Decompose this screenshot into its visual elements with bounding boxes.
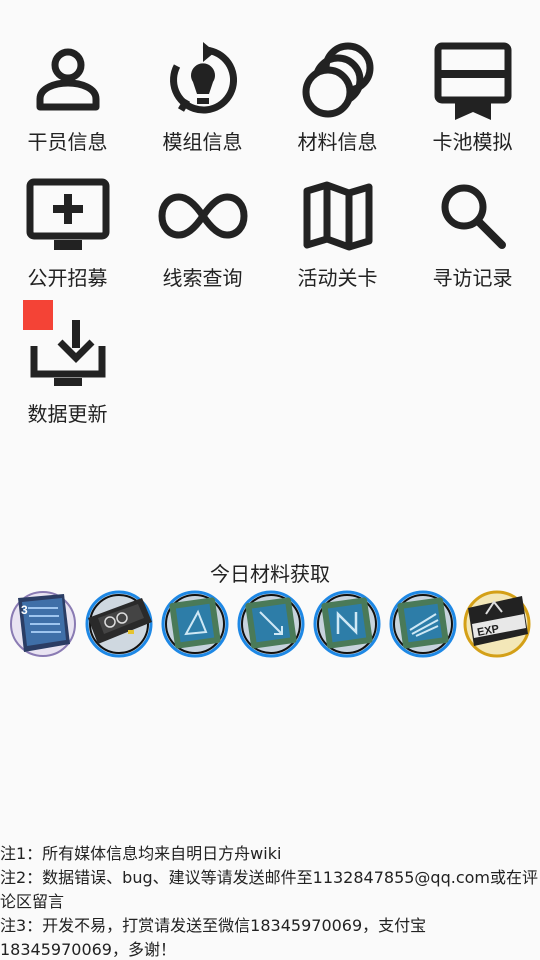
exp-card-icon[interactable]: EXP — [462, 588, 532, 658]
menu-item-gacha-sim[interactable]: 卡池模拟 — [405, 30, 540, 165]
svg-text:3: 3 — [21, 603, 28, 617]
bulb-refresh-icon — [153, 30, 253, 130]
infinity-icon — [153, 166, 253, 266]
menu-item-recruit[interactable]: 公开招募 — [0, 166, 135, 301]
menu-item-gacha-history[interactable]: 寻访记录 — [405, 166, 540, 301]
menu-label: 活动关卡 — [297, 266, 378, 290]
menu-label: 模组信息 — [162, 130, 243, 154]
chip-arrow-icon[interactable] — [236, 588, 306, 658]
note-2: 注2：数据错误、bug、建议等请发送邮件至1132847855@qq.com或在… — [0, 868, 539, 911]
materials-title: 今日材料获取 — [210, 562, 330, 586]
chip-wing-icon[interactable] — [388, 588, 458, 658]
search-icon — [423, 166, 523, 266]
materials-row: 3 EXP — [8, 588, 536, 660]
menu-label: 公开招募 — [27, 266, 108, 290]
menu-label: 干员信息 — [27, 130, 108, 154]
lmd-chip-icon[interactable] — [84, 588, 154, 658]
menu-label: 寻访记录 — [432, 266, 513, 290]
menu-item-data-update[interactable]: 数据更新 — [0, 302, 135, 437]
person-icon — [18, 30, 118, 130]
menu-item-event-stages[interactable]: 活动关卡 — [270, 166, 405, 301]
note-3: 注3：开发不易，打赏请发送至微信18345970069，支付宝183459700… — [0, 916, 427, 959]
coins-icon — [288, 30, 388, 130]
chip-n-icon[interactable] — [312, 588, 382, 658]
monitor-plus-icon — [18, 166, 118, 266]
menu-item-operator-info[interactable]: 干员信息 — [0, 30, 135, 165]
menu-item-module-info[interactable]: 模组信息 — [135, 30, 270, 165]
skill-summary-book-icon[interactable]: 3 — [8, 588, 78, 658]
footer-notes: 注1：所有媒体信息均来自明日方舟wiki 注2：数据错误、bug、建议等请发送邮… — [0, 842, 540, 960]
menu-label: 卡池模拟 — [432, 130, 513, 154]
menu-label: 线索查询 — [162, 266, 243, 290]
note-1: 注1：所有媒体信息均来自明日方舟wiki — [0, 844, 282, 863]
map-icon — [288, 166, 388, 266]
menu-label: 材料信息 — [297, 130, 378, 154]
chip-triangle-icon[interactable] — [160, 588, 230, 658]
update-badge — [23, 300, 53, 330]
menu-item-material-info[interactable]: 材料信息 — [270, 30, 405, 165]
card-bookmark-icon — [423, 30, 523, 130]
menu-item-clue-search[interactable]: 线索查询 — [135, 166, 270, 301]
menu-label: 数据更新 — [27, 402, 108, 426]
